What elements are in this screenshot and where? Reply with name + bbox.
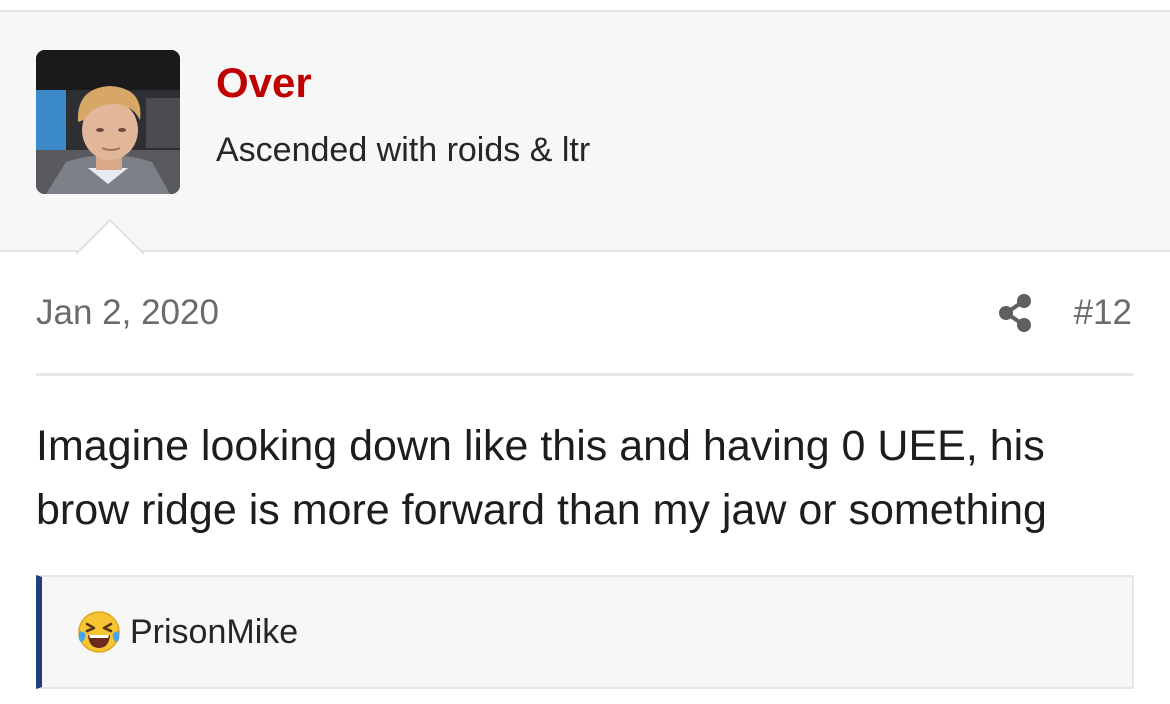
post-body-text: Imagine looking down like this and havin… xyxy=(36,422,1047,534)
avatar[interactable] xyxy=(36,50,180,194)
avatar-image xyxy=(36,50,180,194)
username[interactable]: Over xyxy=(216,58,312,108)
share-icon[interactable] xyxy=(996,292,1036,334)
post-number-link[interactable]: #12 xyxy=(1074,292,1132,334)
reaction-user-link[interactable]: PrisonMike xyxy=(130,611,298,653)
laughing-tears-emoji-icon xyxy=(76,609,122,655)
divider xyxy=(36,373,1134,376)
user-header: Over Ascended with roids & ltr xyxy=(0,10,1170,256)
reactions-bar[interactable]: PrisonMike xyxy=(36,575,1134,689)
post-date[interactable]: Jan 2, 2020 xyxy=(36,292,219,334)
user-title: Ascended with roids & ltr xyxy=(216,131,591,169)
